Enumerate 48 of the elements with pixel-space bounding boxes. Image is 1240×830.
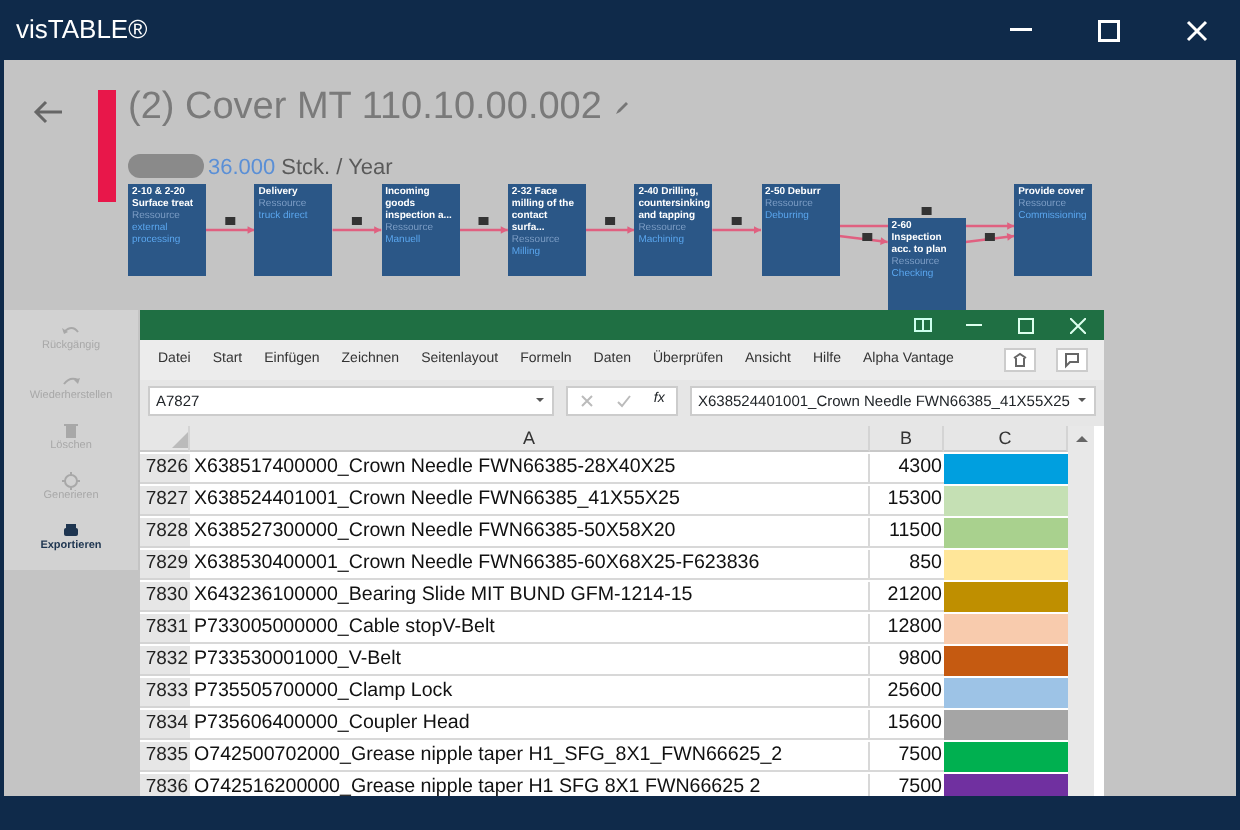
row-number[interactable]: 7829 [140, 550, 190, 580]
flow-arrow [838, 234, 888, 245]
table-cell: P735606400000_Coupler Head [190, 710, 870, 740]
row-number[interactable]: 7836 [140, 774, 190, 796]
part-title: (2) Cover MT 110.10.00.002 [128, 86, 602, 130]
table-cell: P733005000000_Cable stopV-Belt [190, 614, 870, 644]
flow-arrow [206, 226, 255, 234]
export-icon [60, 522, 82, 540]
flow-arrow [585, 226, 635, 234]
row-number[interactable]: 7831 [140, 614, 190, 644]
column-header[interactable]: C [944, 426, 1068, 452]
delete-icon [60, 422, 82, 440]
row-number[interactable]: 7828 [140, 518, 190, 548]
scroll-up-icon[interactable] [1075, 434, 1087, 444]
redo-icon [60, 372, 82, 390]
generate-icon [60, 472, 82, 490]
row-number[interactable]: 7833 [140, 678, 190, 708]
check-icon[interactable] [615, 394, 632, 408]
window-title: visTABLE® [14, 12, 150, 49]
column-header[interactable]: A [190, 426, 870, 452]
row-number[interactable]: 7830 [140, 582, 190, 612]
flow-arrow [459, 226, 508, 234]
unit-label: Stck. / Year [281, 154, 393, 184]
edit-icon[interactable] [613, 100, 630, 116]
flow-arrow [332, 226, 382, 234]
table-cell: X638527300000_Crown Needle FWN66385-50X58X20 [190, 518, 870, 548]
undo-icon [60, 322, 82, 340]
comment-icon[interactable] [1056, 348, 1088, 372]
row-number[interactable]: 7834 [140, 710, 190, 740]
flow-arrow [712, 226, 761, 234]
redacted-pill [128, 154, 204, 178]
table-cell: P735505700000_Clamp Lock [190, 678, 870, 708]
column-header[interactable]: B [870, 426, 944, 452]
row-number[interactable]: 7832 [140, 646, 190, 676]
quantity: 36.000 [208, 154, 276, 184]
status-bar-marker [98, 90, 116, 202]
table-cell: X638517400000_Crown Needle FWN66385-28X40X25 [190, 454, 870, 484]
table-cell: X638530400001_Crown Needle FWN66385-60X68X25-F623836 [190, 550, 870, 580]
table-cell: X638524401001_Crown Needle FWN66385_41X55X25 [190, 486, 870, 516]
share-icon[interactable] [1004, 348, 1036, 372]
flow-arrow [965, 233, 1015, 244]
row-number[interactable]: 7826 [140, 454, 190, 484]
scrollbar[interactable] [1068, 426, 1094, 796]
row-number[interactable]: 7835 [140, 742, 190, 772]
table-cell: P733530001000_V-Belt [190, 646, 870, 676]
row-number[interactable]: 7827 [140, 486, 190, 516]
table-cell: X643236100000_Bearing Slide MIT BUND GFM-1214-15 [190, 582, 870, 612]
table-cell: O742500702000_Grease nipple taper H1_SFG_8X1_FWN66625_2 [190, 742, 870, 772]
